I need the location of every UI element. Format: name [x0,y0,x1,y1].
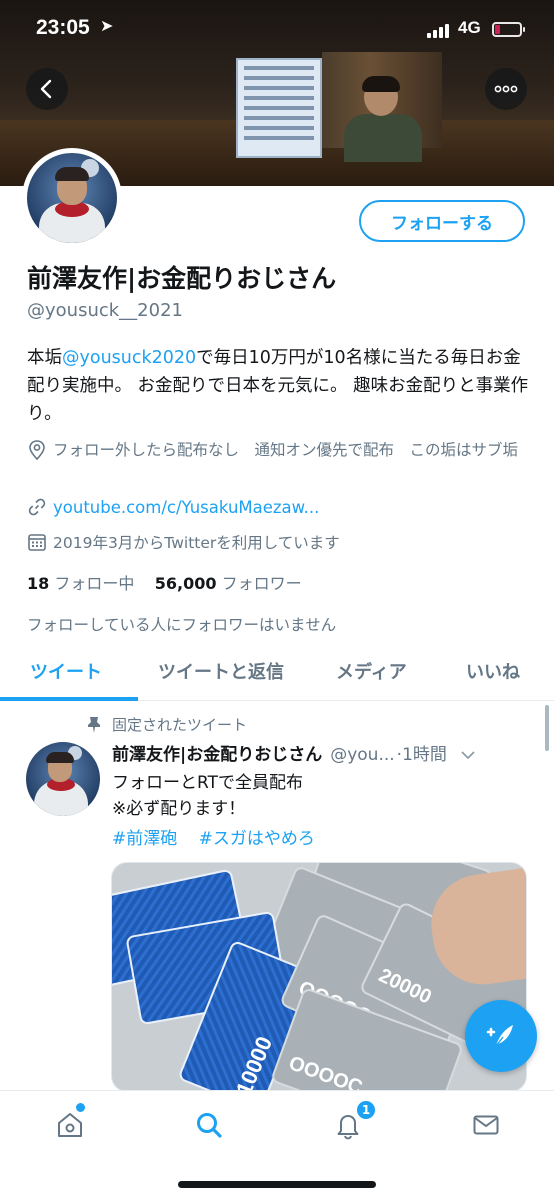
back-button[interactable] [26,68,68,110]
location-pin-icon [29,440,45,461]
bio-mention-link[interactable]: @yousuck2020 [62,348,196,368]
tab-likes[interactable]: いいね [466,658,520,684]
tweet-text: フォローとRTで全員配布 ※必ず配ります！ [112,770,303,822]
battery-icon [492,22,525,37]
nav-home[interactable] [50,1105,90,1145]
status-bar: 23:05 ➤ 4G [0,0,554,58]
following-stat[interactable]: 18 フォロー中 [27,574,134,593]
following-label: フォロー中 [54,574,135,593]
tweet-text-line: フォローとRTで全員配布 [112,773,303,793]
active-tab-indicator [0,697,138,701]
profile-display-name: 前澤友作|お金配りおじさん [27,264,337,293]
profile-bio: 本垢@yousuck2020で毎日10万円が10名様に当たる毎日お金配り実施中。… [27,344,532,428]
profile-tabs: ツイート ツイートと返信 メディア いいね [0,648,554,701]
more-button[interactable] [485,68,527,110]
link-icon [28,498,46,516]
pinned-label: 固定されたツイート [112,716,248,734]
network-type: 4G [458,18,481,37]
mail-icon [473,1115,499,1135]
website-link[interactable]: youtube.com/c/YusakuMaezaw... [53,497,319,519]
join-date-text: 2019年3月からTwitterを利用しています [53,534,340,552]
home-icon [58,1113,82,1137]
followed-by-note: フォローしている人にフォロワーはいません [27,616,337,634]
pinned-label-row: 固定されたツイート [84,714,247,735]
compose-tweet-icon [486,1025,513,1047]
pin-icon [88,716,100,733]
hashtag-link[interactable]: #前澤砲 [112,829,177,849]
profile-location: フォロー外したら配布なし 通知オン優先で配布 この垢はサブ垢 [27,439,532,461]
profile-join-date: 2019年3月からTwitterを利用しています [27,532,340,554]
followers-stat[interactable]: 56,000 フォロワー [155,574,302,593]
banknote-value: 10000 [230,1032,278,1092]
tweet-time: ·1時間 [396,745,447,765]
profile-handle: @yousuck__2021 [27,300,183,321]
bio-text: 本垢 [27,348,62,368]
calendar-icon [28,534,46,551]
banner-screen [236,58,322,158]
tweet-header: 前澤友作|お金配りおじさん @you... ·1時間 [112,740,532,765]
hashtag-link[interactable]: #スガはやめろ [199,829,315,849]
follow-button[interactable]: フォローする [359,200,525,242]
more-dots-icon [494,85,518,93]
back-arrow-icon [40,79,52,99]
followers-count: 56,000 [154,574,217,593]
compose-tweet-button[interactable] [465,1000,537,1072]
banknote-value: 20000 [375,964,435,1009]
profile-website[interactable]: youtube.com/c/YusakuMaezaw... [27,497,319,519]
follow-counts: 18 フォロー中 56,000 フォロワー [27,570,302,594]
status-time: 23:05 [36,16,90,39]
followers-label: フォロワー [221,574,302,593]
signal-icon [427,24,449,38]
tweet-author-avatar[interactable] [26,742,100,816]
tab-tweets[interactable]: ツイート [30,658,102,684]
search-icon [197,1113,222,1138]
following-count: 18 [27,574,50,593]
tab-media[interactable]: メディア [336,658,407,684]
nav-search[interactable] [189,1105,229,1145]
tweet-hashtags: #前澤砲 #スガはやめろ [112,824,331,849]
scrollbar[interactable] [545,705,549,751]
tweet-media-image[interactable]: 10000 OOOOC 20000 OOOOC [111,862,527,1092]
notification-badge: 1 [355,1099,377,1121]
location-text: フォロー外したら配布なし 通知オン優先で配布 この垢はサブ垢 [53,441,519,459]
home-indicator[interactable] [178,1181,376,1188]
banknote-code: OOOOC [285,1052,366,1092]
profile-avatar[interactable] [22,148,122,248]
tweet-author-name[interactable]: 前澤友作|お金配りおじさん [112,740,322,765]
location-arrow-icon: ➤ [100,16,114,35]
banner-person [338,76,428,162]
home-unread-dot [76,1103,85,1112]
tweet-author-handle[interactable]: @you... [330,745,394,765]
tweet-text-line: ※必ず配ります！ [112,799,246,819]
nav-messages[interactable] [466,1105,506,1145]
tab-tweets-and-replies[interactable]: ツイートと返信 [158,658,284,684]
chevron-down-icon[interactable] [461,746,475,764]
